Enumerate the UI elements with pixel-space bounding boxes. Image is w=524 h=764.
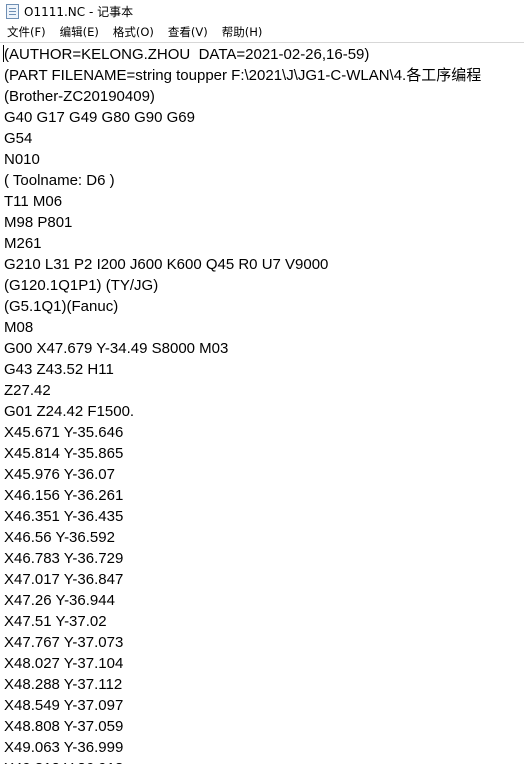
text-line[interactable]: (Brother-ZC20190409): [0, 86, 524, 107]
menu-view[interactable]: 查看(V): [161, 22, 215, 42]
title-bar[interactable]: O1111.NC - 记事本: [0, 0, 524, 22]
text-line[interactable]: X48.549 Y-37.097: [0, 695, 524, 716]
text-line[interactable]: G40 G17 G49 G80 G90 G69: [0, 107, 524, 128]
text-line[interactable]: M98 P801: [0, 212, 524, 233]
text-line[interactable]: X46.156 Y-36.261: [0, 485, 524, 506]
text-editor-area[interactable]: (AUTHOR=KELONG.ZHOU DATA=2021-02-26,16-5…: [0, 42, 524, 764]
text-line[interactable]: X47.26 Y-36.944: [0, 590, 524, 611]
window-title: O1111.NC - 记事本: [24, 4, 134, 19]
text-line[interactable]: G54: [0, 128, 524, 149]
text-line[interactable]: G00 X47.679 Y-34.49 S8000 M03: [0, 338, 524, 359]
text-line[interactable]: (AUTHOR=KELONG.ZHOU DATA=2021-02-26,16-5…: [0, 44, 524, 65]
text-line[interactable]: X48.027 Y-37.104: [0, 653, 524, 674]
text-line[interactable]: X48.288 Y-37.112: [0, 674, 524, 695]
text-line[interactable]: X45.671 Y-35.646: [0, 422, 524, 443]
text-line[interactable]: X46.783 Y-36.729: [0, 548, 524, 569]
text-line[interactable]: X46.56 Y-36.592: [0, 527, 524, 548]
menu-file[interactable]: 文件(F): [0, 22, 53, 42]
text-lines: (AUTHOR=KELONG.ZHOU DATA=2021-02-26,16-5…: [0, 43, 524, 764]
text-line[interactable]: X48.808 Y-37.059: [0, 716, 524, 737]
text-line[interactable]: (PART FILENAME=string toupper F:\2021\J\…: [0, 65, 524, 86]
text-line[interactable]: (G5.1Q1)(Fanuc): [0, 296, 524, 317]
text-line[interactable]: N010: [0, 149, 524, 170]
menu-edit[interactable]: 编辑(E): [53, 22, 106, 42]
text-line[interactable]: ( Toolname: D6 ): [0, 170, 524, 191]
text-line[interactable]: X49.312 Y-36.918: [0, 758, 524, 764]
text-line[interactable]: X46.351 Y-36.435: [0, 506, 524, 527]
text-line[interactable]: Z27.42: [0, 380, 524, 401]
text-line[interactable]: G210 L31 P2 I200 J600 K600 Q45 R0 U7 V90…: [0, 254, 524, 275]
text-line[interactable]: (G120.1Q1P1) (TY/JG): [0, 275, 524, 296]
menu-bar: 文件(F) 编辑(E) 格式(O) 查看(V) 帮助(H): [0, 22, 524, 42]
text-line[interactable]: G43 Z43.52 H11: [0, 359, 524, 380]
menu-format[interactable]: 格式(O): [106, 22, 161, 42]
notepad-icon: [6, 3, 19, 19]
text-line[interactable]: G01 Z24.42 F1500.: [0, 401, 524, 422]
text-line[interactable]: X45.814 Y-35.865: [0, 443, 524, 464]
text-line[interactable]: X45.976 Y-36.07: [0, 464, 524, 485]
text-line[interactable]: T11 M06: [0, 191, 524, 212]
notepad-window: O1111.NC - 记事本 文件(F) 编辑(E) 格式(O) 查看(V) 帮…: [0, 0, 524, 764]
text-line[interactable]: X47.51 Y-37.02: [0, 611, 524, 632]
text-line[interactable]: M08: [0, 317, 524, 338]
text-line[interactable]: M261: [0, 233, 524, 254]
text-line[interactable]: X47.767 Y-37.073: [0, 632, 524, 653]
text-line[interactable]: X47.017 Y-36.847: [0, 569, 524, 590]
menu-help[interactable]: 帮助(H): [215, 22, 270, 42]
text-line[interactable]: X49.063 Y-36.999: [0, 737, 524, 758]
